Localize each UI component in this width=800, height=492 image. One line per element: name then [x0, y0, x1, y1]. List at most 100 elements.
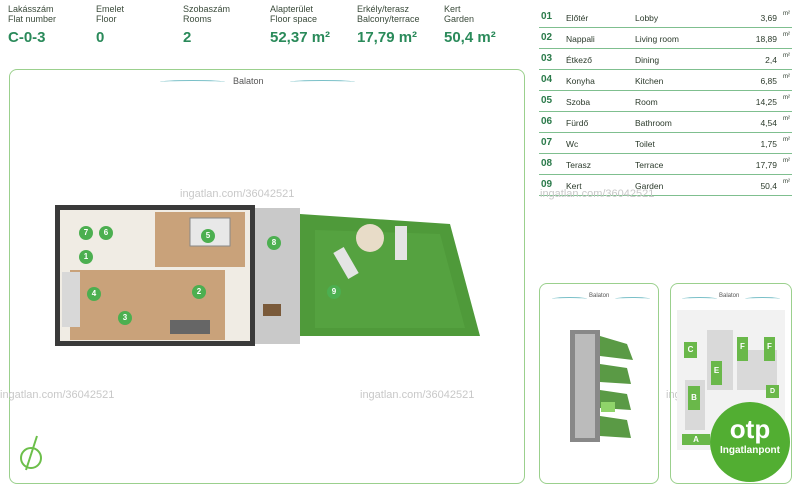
- garden-texture: [315, 230, 465, 328]
- header-value: 17,79 m²: [357, 29, 418, 46]
- header-value: 0: [96, 29, 105, 46]
- watermark: ingatlan.com/36042521: [540, 188, 655, 200]
- header-label-en: Floor space: [270, 14, 318, 24]
- header-label-hu: Lakásszám: [8, 4, 54, 14]
- room-marker: 3: [118, 311, 132, 325]
- room-name-en: Kitchen: [635, 76, 664, 86]
- room-marker: 4: [87, 287, 101, 301]
- building-marker: E: [711, 361, 722, 385]
- room-marker: 8: [267, 236, 281, 250]
- logo-sub-text: Ingatlanpont: [720, 445, 780, 456]
- compass-icon: [20, 435, 42, 471]
- header-label-en: Balcony/terrace: [357, 14, 420, 24]
- header-label-en: Rooms: [183, 14, 212, 24]
- header-label-en: Flat number: [8, 14, 57, 24]
- kitchen-counter: [62, 272, 80, 327]
- room-area: 3,69: [760, 13, 777, 23]
- table-row: 06 Fürdő Bathroom 4,54 m²: [539, 112, 792, 133]
- header-label-en: Floor: [96, 14, 117, 24]
- room-name-hu: Fürdő: [566, 118, 589, 128]
- room-name-hu: Szoba: [566, 97, 591, 107]
- room-unit: m²: [783, 95, 790, 101]
- room-name-hu: Konyha: [566, 76, 595, 86]
- room-name-hu: Étkező: [566, 55, 592, 65]
- table-row: 07 Wc Toilet 1,75 m²: [539, 133, 792, 154]
- room-name-en: Lobby: [635, 13, 659, 23]
- lake-label: Balaton: [589, 293, 610, 299]
- building-marker: C: [684, 342, 697, 358]
- room-name-en: Toilet: [635, 139, 655, 149]
- lake-wave-left: [552, 297, 587, 301]
- room-unit: m²: [783, 74, 790, 80]
- table-row: 01 Előtér Lobby 3,69 m²: [539, 7, 792, 28]
- building-marker: F: [764, 337, 775, 361]
- table-row: 02 Nappali Living room 18,89 m²: [539, 28, 792, 49]
- header-rooms: Szobaszám Rooms 2: [183, 4, 230, 46]
- room-unit: m²: [783, 137, 790, 143]
- lake-wave-right: [745, 297, 780, 301]
- table-row: 04 Konyha Kitchen 6,85 m²: [539, 70, 792, 91]
- header-value: 50,4 m²: [444, 29, 496, 46]
- room-unit: m²: [783, 53, 790, 59]
- lake-label: Balaton: [233, 76, 264, 86]
- room-area: 1,75: [760, 139, 777, 149]
- building-marker: D: [766, 385, 779, 398]
- parasol: [356, 224, 384, 252]
- room-marker: 5: [201, 229, 215, 243]
- room-unit: m²: [783, 11, 790, 17]
- header-label-hu: Kert: [444, 4, 461, 14]
- room-number: 02: [541, 32, 553, 43]
- sofa: [170, 320, 210, 334]
- header-floor-space: Alapterület Floor space 52,37 m²: [270, 4, 330, 46]
- room-area: 2,4: [765, 55, 777, 65]
- room-marker: 2: [192, 285, 206, 299]
- room-marker: 9: [327, 285, 341, 299]
- building-plan: [570, 330, 633, 442]
- watermark: ingatlan.com/36042521: [360, 389, 475, 401]
- room-table: 01 Előtér Lobby 3,69 m² 02 Nappali Living room…: [539, 7, 792, 196]
- header-label-hu: Erkély/terasz: [357, 4, 410, 14]
- room-unit: m²: [783, 158, 790, 164]
- header-label-hu: Szobaszám: [183, 4, 231, 14]
- table-row: 03 Étkező Dining 2,4 m²: [539, 49, 792, 70]
- room-name-en: Dining: [635, 55, 660, 65]
- room-area: 17,79: [755, 160, 777, 170]
- header-value: 2: [183, 29, 192, 46]
- room-number: 06: [541, 116, 553, 127]
- room-name-en: Room: [635, 97, 658, 107]
- building-marker: A: [682, 434, 710, 445]
- header-value: C-0-3: [8, 29, 46, 46]
- room-name-hu: Nappali: [566, 34, 595, 44]
- header-label-hu: Emelet: [96, 4, 125, 14]
- lake-wave-right: [615, 297, 650, 301]
- room-number: 01: [541, 11, 553, 22]
- logo-main-text: otp: [729, 414, 771, 444]
- room-unit: m²: [783, 32, 790, 38]
- otp-ingatlanpont-logo: otp Ingatlanpont: [710, 402, 790, 482]
- header-floor: Emelet Floor 0: [96, 4, 124, 46]
- room-number: 08: [541, 158, 553, 169]
- room-name-hu: Terasz: [566, 160, 592, 170]
- room-area: 18,89: [755, 34, 777, 44]
- room-marker: 7: [79, 226, 93, 240]
- table-row: 05 Szoba Room 14,25 m²: [539, 91, 792, 112]
- room-area: 6,85: [760, 76, 777, 86]
- room-name-en: Terrace: [635, 160, 664, 170]
- lake-wave-left: [160, 80, 225, 84]
- watermark: ingatlan.com/36042521: [180, 188, 295, 200]
- room-area: 4,54: [760, 118, 777, 128]
- room-number: 05: [541, 95, 553, 106]
- header-label-en: Garden: [444, 14, 475, 24]
- lake-wave-left: [682, 297, 717, 301]
- room-name-en: Living room: [635, 34, 679, 44]
- terrace-table: [263, 304, 281, 316]
- room-name-hu: Előtér: [566, 13, 589, 23]
- room-unit: m²: [783, 116, 790, 122]
- room-marker: 6: [99, 226, 113, 240]
- terrace-area: [250, 208, 300, 344]
- room-number: 03: [541, 53, 553, 64]
- room-number: 07: [541, 137, 553, 148]
- building-marker: B: [688, 386, 700, 410]
- room-marker: 1: [79, 250, 93, 264]
- room-number: 04: [541, 74, 553, 85]
